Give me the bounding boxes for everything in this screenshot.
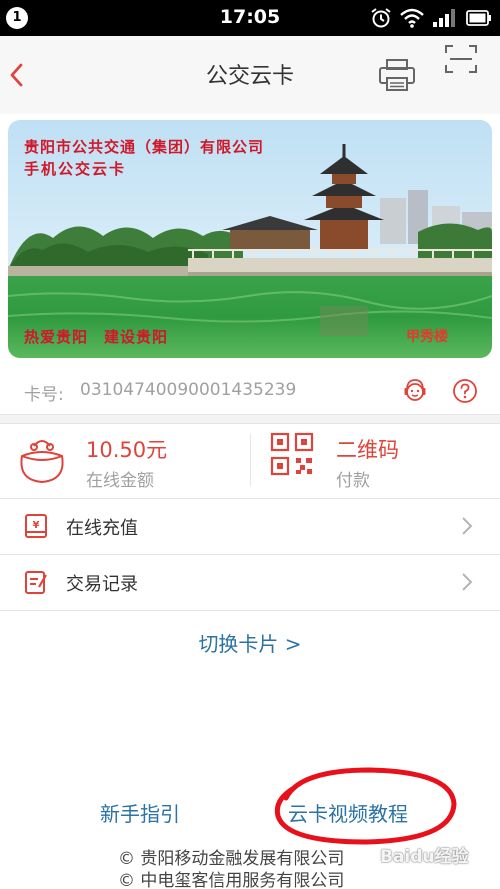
beginner-guide-link[interactable]: 新手指引 xyxy=(100,798,180,827)
page-title: 公交云卡 xyxy=(205,64,294,89)
signal-icon xyxy=(432,8,458,28)
card-number-row: 卡号: 03104740090001435239 xyxy=(0,368,500,414)
menu-item-label: 在线充值 xyxy=(66,518,138,539)
qr-code-title: 二维码 xyxy=(336,438,399,462)
balance-amount: 10.50元 xyxy=(86,438,168,462)
chevron-right-icon xyxy=(460,571,474,593)
nav-bar: 公交云卡 xyxy=(0,36,500,114)
menu-item-transactions[interactable]: 交易记录 xyxy=(0,555,500,609)
section-gap xyxy=(0,415,500,423)
help-icon[interactable] xyxy=(452,378,478,404)
switch-card-link[interactable]: 切换卡片 > xyxy=(0,628,500,657)
purse-icon xyxy=(14,434,70,486)
menu-item-label: 交易记录 xyxy=(66,574,138,595)
alarm-icon xyxy=(370,7,392,29)
card-landmark-name: 甲秀楼 xyxy=(406,329,448,345)
record-icon xyxy=(24,569,48,595)
online-balance-block[interactable]: 10.50元 在线金额 xyxy=(0,424,250,498)
scan-icon[interactable] xyxy=(444,44,478,74)
divider xyxy=(0,610,500,611)
qr-code-icon xyxy=(270,432,314,476)
qr-code-subtitle: 付款 xyxy=(336,471,370,491)
card-slogan: 热爱贵阳 建设贵阳 xyxy=(24,328,169,346)
battery-icon xyxy=(466,8,492,28)
chevron-right-icon xyxy=(460,515,474,537)
card-number-value: 03104740090001435239 xyxy=(80,380,297,400)
customer-service-icon[interactable] xyxy=(402,377,428,405)
menu-item-recharge[interactable]: ¥ 在线充值 xyxy=(0,499,500,553)
status-bar: 1 17:05 xyxy=(0,0,500,36)
footer-copyright-2: © 中电玺客信用服务有限公司 xyxy=(118,871,345,889)
printer-icon[interactable] xyxy=(378,58,416,92)
bus-card-image[interactable]: 贵阳市公共交通（集团）有限公司 手机公交云卡 热爱贵阳 建设贵阳 甲秀楼 xyxy=(8,120,492,358)
wifi-icon xyxy=(400,8,424,28)
qr-code-pay-block[interactable]: 二维码 付款 xyxy=(252,424,500,498)
card-product-name: 手机公交云卡 xyxy=(24,160,127,178)
recharge-icon: ¥ xyxy=(24,513,48,539)
red-annotation-circle xyxy=(274,767,457,845)
balance-label: 在线金额 xyxy=(86,471,154,491)
card-number-label: 卡号: xyxy=(24,385,64,405)
watermark: Baidu经验 xyxy=(380,847,469,867)
vertical-divider xyxy=(250,434,251,486)
card-company-name: 贵阳市公共交通（集团）有限公司 xyxy=(24,138,265,156)
svg-text:¥: ¥ xyxy=(33,520,40,531)
